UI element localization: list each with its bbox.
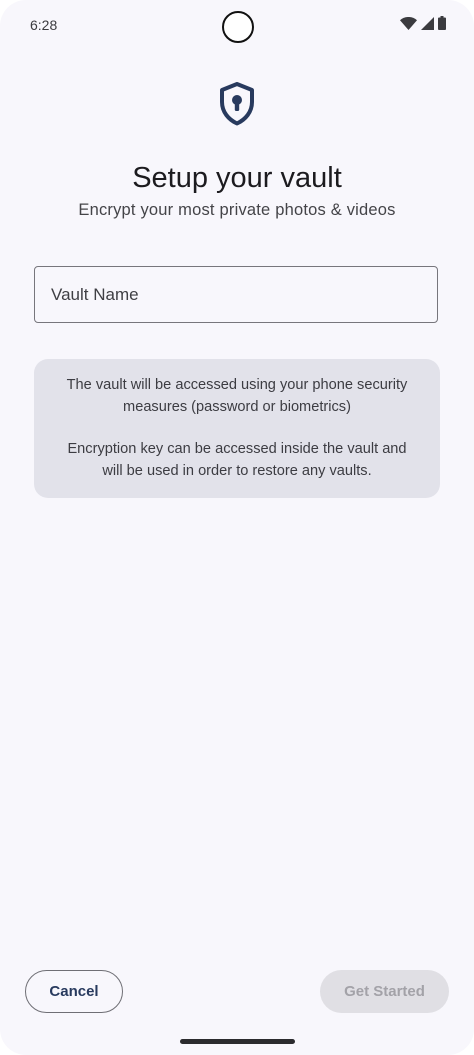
- info-paragraph-encryption: Encryption key can be accessed inside th…: [67, 441, 407, 479]
- page-title: Setup your vault: [132, 162, 342, 194]
- cellular-signal-icon: [421, 16, 434, 30]
- info-paragraph-access: The vault will be accessed using your ph…: [66, 377, 408, 415]
- page-subtitle: Encrypt your most private photos & video…: [78, 201, 396, 219]
- status-bar: 6:28: [0, 0, 474, 52]
- get-started-button[interactable]: Get Started: [320, 970, 449, 1013]
- battery-icon: [438, 16, 446, 30]
- info-card: The vault will be accessed using your ph…: [34, 359, 440, 498]
- camera-cutout: [222, 11, 254, 43]
- shield-keyhole-icon: [220, 82, 254, 126]
- app-screen: 6:28 Setup your vault Encrypt your most …: [0, 0, 474, 1055]
- home-indicator[interactable]: [180, 1039, 295, 1044]
- status-icons: [400, 16, 446, 30]
- vault-name-input[interactable]: [34, 266, 438, 323]
- cancel-button[interactable]: Cancel: [25, 970, 123, 1013]
- status-time: 6:28: [30, 17, 58, 33]
- wifi-icon: [400, 16, 417, 30]
